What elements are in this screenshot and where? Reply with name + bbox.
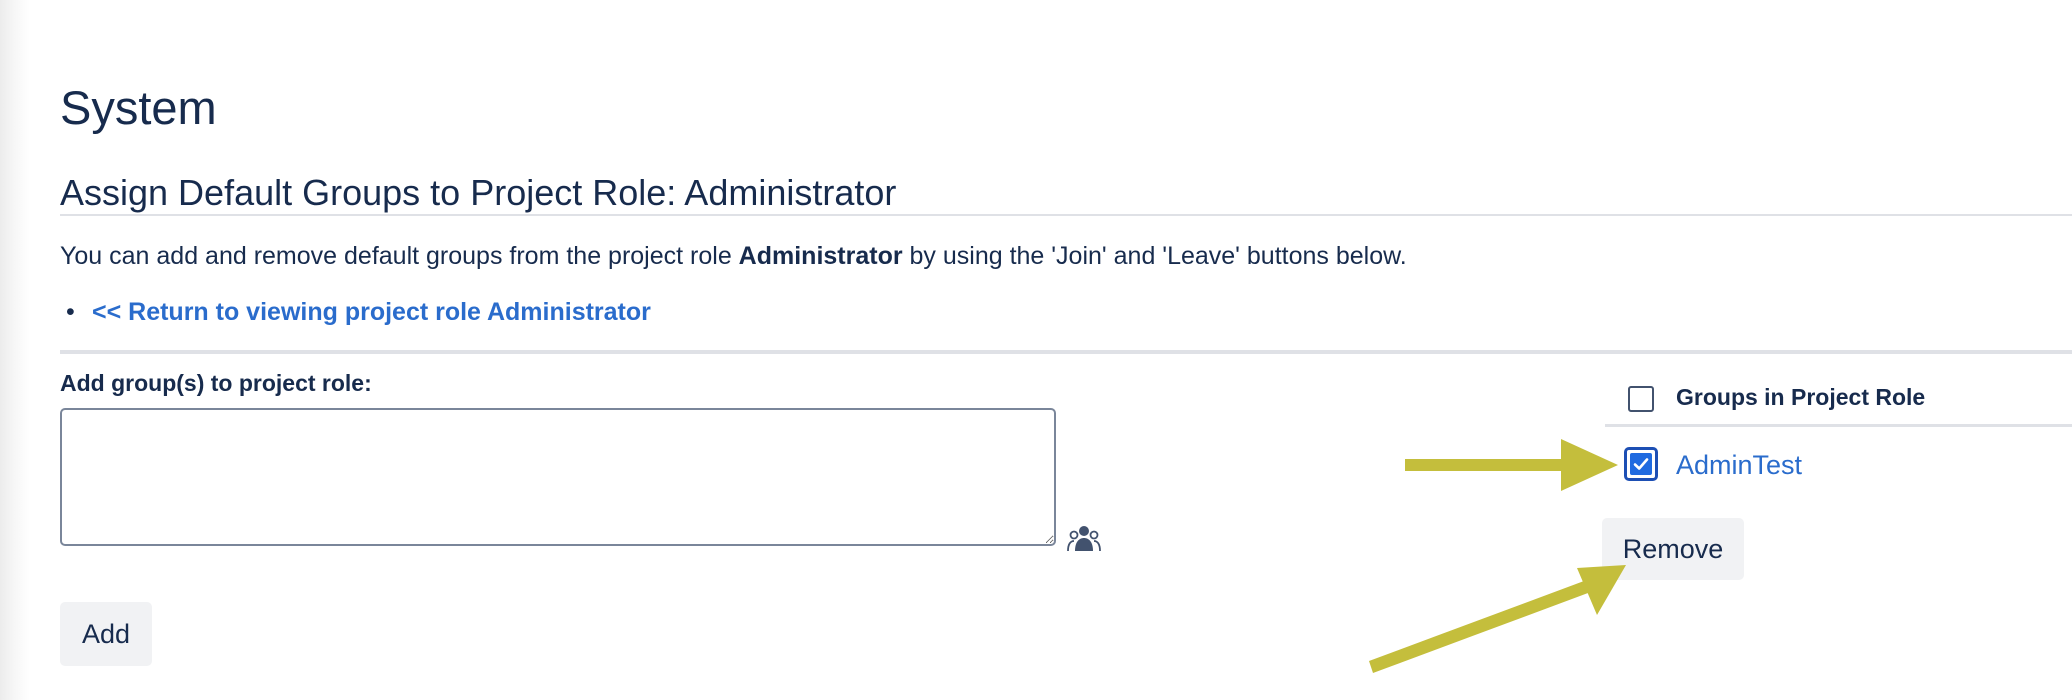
groups-column-header: Groups in Project Role [1676, 384, 1926, 410]
intro-text-end: by using the 'Join' and 'Leave' buttons … [902, 242, 1407, 270]
add-groups-textarea[interactable] [60, 408, 1056, 546]
group-row-checkbox[interactable] [1624, 447, 1658, 481]
page-title: System [60, 81, 217, 134]
arrow-to-remove-button [1369, 565, 1626, 673]
add-groups-label: Add group(s) to project role: [60, 370, 372, 396]
arrow-to-checkbox [1405, 439, 1618, 491]
intro-text: You can add and remove default groups fr… [60, 240, 1407, 272]
form-divider [60, 350, 2072, 354]
add-button[interactable]: Add [60, 602, 152, 666]
return-to-role-link[interactable]: << Return to viewing project role Admini… [92, 296, 651, 328]
page-left-shadow [0, 0, 30, 700]
section-heading: Assign Default Groups to Project Role: A… [60, 172, 897, 213]
group-picker-icon[interactable] [1066, 524, 1102, 556]
remove-button[interactable]: Remove [1602, 518, 1744, 580]
select-all-checkbox[interactable] [1628, 386, 1654, 412]
checkmark-icon [1630, 453, 1652, 475]
list-bullet: • [66, 298, 75, 326]
intro-role-name: Administrator [738, 242, 903, 270]
groups-header-divider [1605, 424, 2072, 427]
heading-divider [60, 214, 2072, 216]
intro-text-start: You can add and remove default groups fr… [60, 242, 739, 270]
group-link-admintest[interactable]: AdminTest [1676, 448, 1802, 482]
